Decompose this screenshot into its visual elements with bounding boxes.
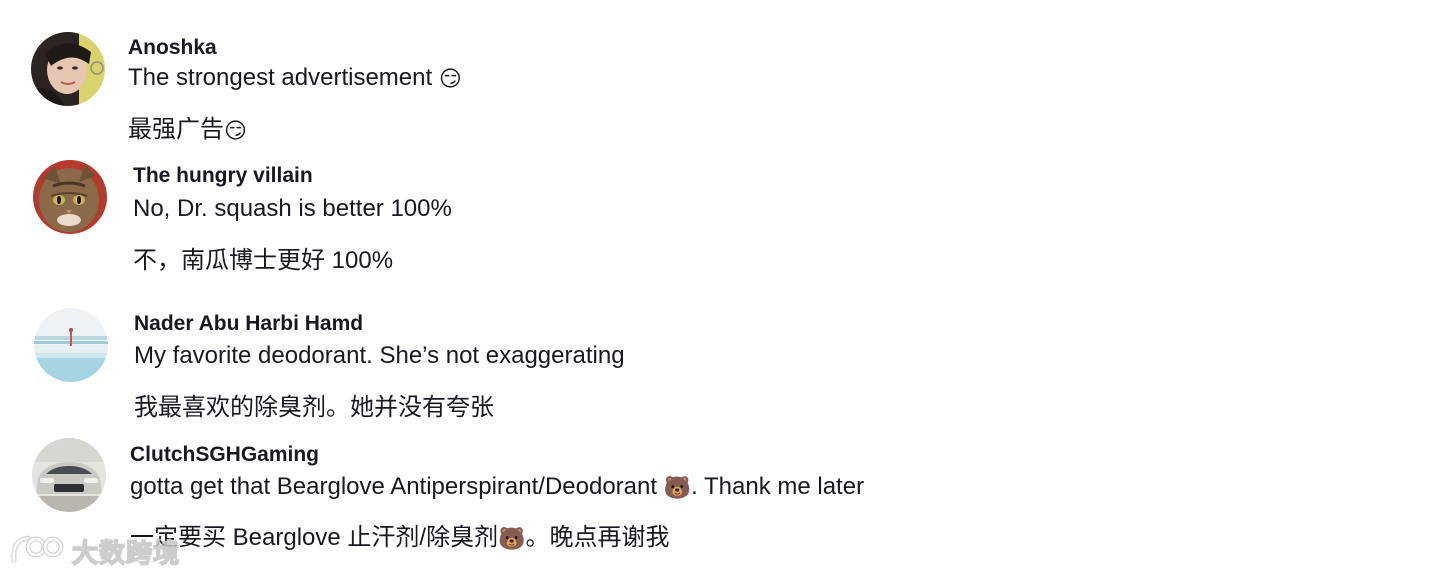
comment-username[interactable]: ClutchSGHGaming xyxy=(130,443,319,467)
comment-username[interactable]: Nader Abu Harbi Hamd xyxy=(134,312,363,336)
logo-icon xyxy=(10,532,64,571)
watermark-text: 大数跨境 xyxy=(71,538,181,570)
avatar[interactable] xyxy=(32,438,106,512)
comment-text-tail: . Thank me later xyxy=(691,473,865,500)
comment-text-body: gotta get that Bearglove Antiperspirant/… xyxy=(130,473,658,500)
avatar[interactable] xyxy=(31,32,105,106)
comment-username[interactable]: Anoshka xyxy=(128,36,217,60)
avatar[interactable] xyxy=(34,308,108,382)
user-photo-avatar-icon xyxy=(31,32,105,106)
comment-text: The strongest advertisement 😏 xyxy=(128,64,462,92)
comment-text: gotta get that Bearglove Antiperspirant/… xyxy=(130,473,864,501)
translation-text: 一定要买 Bearglove 止汗剂/除臭剂 xyxy=(130,524,499,551)
comment-translation: 我最喜欢的除臭剂。她并没有夸张 xyxy=(134,394,494,421)
comment-item: Nader Abu Harbi Hamd My favorite deodora… xyxy=(0,290,1440,430)
bear-emoji-icon: 🐻 xyxy=(663,475,692,500)
bear-emoji-icon: 🐻 xyxy=(498,526,526,551)
comment-text: No, Dr. squash is better 100% xyxy=(133,195,452,222)
smirk-emoji-icon: 😏 xyxy=(438,66,462,91)
comment-translation: 最强广告😏 xyxy=(128,109,247,144)
car-photo-avatar-icon xyxy=(32,438,106,512)
comment-username[interactable]: The hungry villain xyxy=(133,164,313,188)
smirk-emoji-icon: 😏 xyxy=(224,118,247,143)
cat-photo-avatar-icon xyxy=(33,160,107,234)
comment-text-body: The strongest advertisement xyxy=(128,64,433,91)
avatar[interactable] xyxy=(33,160,107,234)
comment-translation: 不，南瓜博士更好 100% xyxy=(133,247,394,274)
beach-photo-avatar-icon xyxy=(34,308,108,382)
translation-text: 最强广告 xyxy=(128,116,224,143)
comment-item: ClutchSGHGaming gotta get that Bearglove… xyxy=(0,430,1440,578)
comment-item: Anoshka The strongest advertisement 😏 最强… xyxy=(0,0,1440,150)
translation-text-tail: 。晚点再谢我 xyxy=(525,524,670,551)
comment-translation: 一定要买 Bearglove 止汗剂/除臭剂🐻。晚点再谢我 xyxy=(130,517,669,552)
comment-item: The hungry villain No, Dr. squash is bet… xyxy=(0,150,1440,290)
comment-text: My favorite deodorant. She’s not exagger… xyxy=(134,342,625,369)
watermark: 大数跨境 xyxy=(10,532,180,571)
